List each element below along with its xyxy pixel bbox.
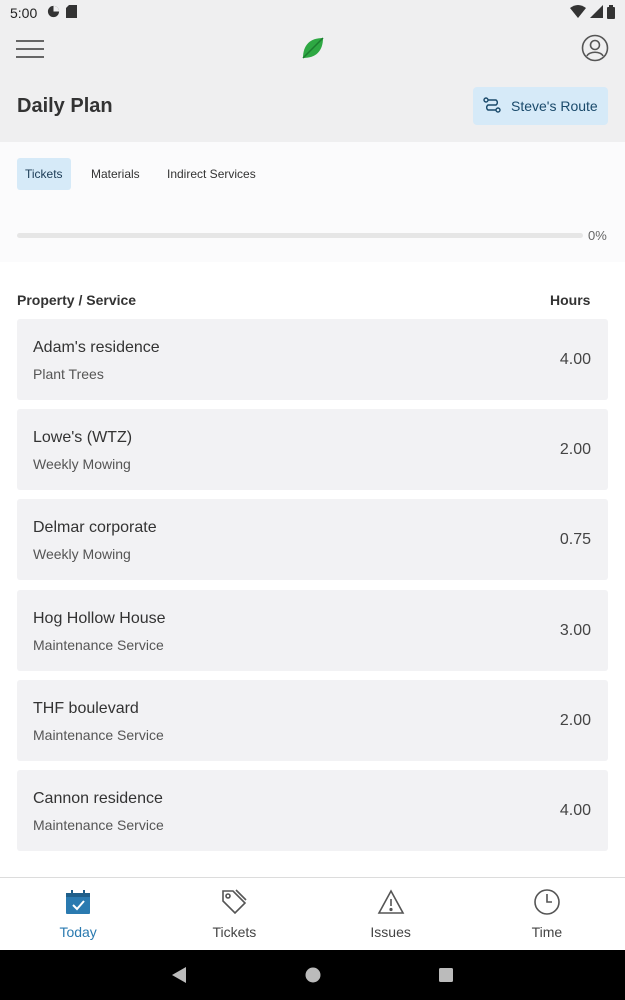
property-name: Adam's residence: [33, 339, 160, 356]
bottom-nav: Today Tickets Issues Time: [0, 877, 625, 950]
tab-materials[interactable]: Materials: [83, 158, 148, 190]
hours-value: 0.75: [559, 531, 591, 549]
system-nav-bar: [0, 950, 625, 1000]
property-name: Delmar corporate: [33, 519, 157, 537]
list-item[interactable]: Adam's residence Plant Trees 4.00: [17, 319, 608, 400]
list-item[interactable]: Hog Hollow House Maintenance Service 3.0…: [17, 589, 608, 671]
clock-icon: [533, 888, 561, 916]
warning-icon: [377, 888, 405, 916]
menu-icon[interactable]: [16, 40, 44, 60]
nav-issues[interactable]: Issues: [313, 878, 469, 950]
list-item[interactable]: Delmar corporate Weekly Mowing 0.75: [17, 499, 608, 581]
wifi-icon: [570, 5, 586, 21]
calendar-icon: [64, 888, 92, 916]
progress-bar: [17, 233, 583, 238]
hours-value: 4.00: [559, 351, 591, 368]
status-bar: 5:00: [0, 0, 625, 26]
list-item[interactable]: Cannon residence Maintenance Service 4.0…: [17, 769, 608, 851]
nav-label: Time: [531, 924, 563, 940]
status-time: 5:00: [10, 5, 38, 21]
property-name: THF boulevard: [33, 699, 139, 717]
column-header-property: Property / Service: [17, 292, 137, 308]
hours-value: 2.00: [559, 441, 591, 459]
back-icon[interactable]: [171, 966, 187, 989]
page-title: Daily Plan: [17, 95, 113, 117]
battery-icon: [607, 4, 615, 22]
app-bar: Daily Plan Steve's Route: [0, 26, 625, 142]
app-logo: [300, 35, 326, 61]
cell-signal-icon: [590, 5, 603, 21]
route-button-label: Steve's Route: [511, 98, 598, 114]
service-name: Weekly Mowing: [33, 456, 131, 473]
profile-icon[interactable]: [581, 34, 609, 62]
list-item[interactable]: Lowe's (WTZ) Weekly Mowing 2.00: [17, 409, 608, 491]
route-button[interactable]: Steve's Route: [473, 87, 608, 125]
service-name: Maintenance Service: [33, 726, 164, 743]
recents-icon[interactable]: [438, 967, 454, 988]
nav-time[interactable]: Time: [469, 878, 625, 950]
home-icon[interactable]: [305, 967, 321, 988]
property-name: Cannon residence: [33, 789, 163, 807]
progress-percent: 0%: [588, 228, 607, 243]
service-list: Adam's residence Plant Trees 4.00 Lowe's…: [17, 319, 608, 860]
list-item[interactable]: THF boulevard Maintenance Service 2.00: [17, 679, 608, 761]
nav-today[interactable]: Today: [0, 878, 156, 950]
service-name: Plant Trees: [33, 366, 104, 382]
nav-tickets[interactable]: Tickets: [156, 878, 312, 950]
nav-label: Today: [59, 924, 97, 940]
hours-value: 3.00: [559, 621, 591, 639]
sd-card-icon: [66, 5, 78, 21]
tag-icon: [220, 888, 248, 916]
property-name: Lowe's (WTZ): [33, 429, 133, 447]
service-name: Maintenance Service: [33, 636, 164, 653]
nav-label: Issues: [370, 924, 411, 940]
tabs-area: Tickets Materials Indirect Services 0%: [0, 142, 625, 262]
service-name: Weekly Mowing: [33, 546, 131, 563]
service-name: Maintenance Service: [33, 816, 164, 833]
route-icon: [483, 96, 501, 116]
tab-tickets[interactable]: Tickets: [17, 158, 71, 190]
hours-value: 4.00: [559, 801, 591, 819]
hours-value: 2.00: [559, 711, 591, 729]
property-name: Hog Hollow House: [33, 609, 166, 627]
column-header-hours: Hours: [550, 292, 591, 308]
data-saver-icon: [47, 5, 60, 21]
tab-indirect-services[interactable]: Indirect Services: [159, 158, 264, 190]
nav-label: Tickets: [212, 924, 257, 940]
